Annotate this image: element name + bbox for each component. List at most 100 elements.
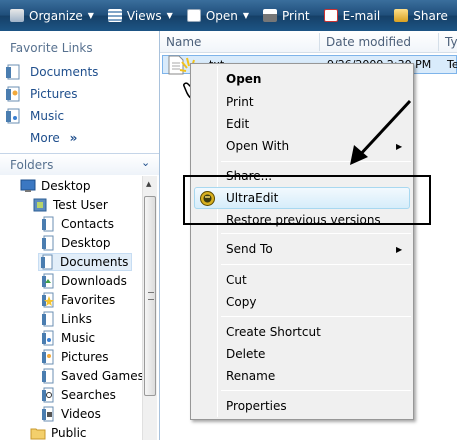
open-icon <box>186 9 201 22</box>
menu-item-copy[interactable]: Copy <box>226 295 256 309</box>
documents-folder-icon <box>41 254 53 270</box>
share-label: Share <box>413 8 448 23</box>
email-button[interactable]: E-mail <box>317 0 388 31</box>
print-button[interactable]: Print <box>256 0 317 31</box>
tree-item-label: Test User <box>53 198 108 212</box>
tree-item-label: Desktop <box>61 236 111 250</box>
tree-item-searches[interactable]: Searches <box>40 386 116 404</box>
more-label: More <box>30 131 60 145</box>
favorite-link-pictures[interactable]: Pictures <box>6 85 78 103</box>
scrollbar-thumb[interactable] <box>144 196 156 396</box>
tree-item-documents[interactable]: Documents <box>38 253 133 271</box>
menu-separator <box>221 233 411 234</box>
favorites-folder-icon <box>42 292 54 308</box>
chevron-down-icon: ▼ <box>87 11 94 20</box>
pictures-icon <box>6 86 20 102</box>
downloads-folder-icon <box>42 273 54 289</box>
documents-icon <box>6 64 20 80</box>
tree-item-label: Saved Games <box>61 369 144 383</box>
favorite-link-music[interactable]: Music <box>6 107 64 125</box>
tree-item-desktop[interactable]: Desktop <box>20 177 91 195</box>
tree-item-public[interactable]: Public <box>30 424 87 440</box>
menu-icon-gutter <box>217 66 218 417</box>
tree-item-label: Public <box>51 426 87 440</box>
submenu-arrow-icon: ▶ <box>396 245 403 254</box>
menu-item-cut[interactable]: Cut <box>226 273 247 287</box>
menu-item-edit[interactable]: Edit <box>226 117 249 131</box>
printer-icon <box>263 9 278 22</box>
print-label: Print <box>282 8 310 23</box>
tree-item-links[interactable]: Links <box>40 310 92 328</box>
tree-item-label: Music <box>61 331 96 345</box>
tree-item-music[interactable]: Music <box>40 329 95 347</box>
folders-title: Folders <box>10 158 54 172</box>
tree-item-label: Contacts <box>61 217 114 231</box>
tree-item-label: Searches <box>61 388 116 402</box>
chevron-down-icon: ⌄ <box>141 156 151 169</box>
more-link[interactable]: More » <box>30 131 77 145</box>
double-chevron-right-icon: » <box>69 131 78 145</box>
user-folder-icon <box>33 198 47 212</box>
share-icon <box>394 9 409 22</box>
organize-button[interactable]: Organize ▼ <box>0 0 101 31</box>
column-divider[interactable] <box>438 33 439 51</box>
tree-item-label: Desktop <box>41 179 91 193</box>
chevron-down-icon: ▼ <box>242 11 250 20</box>
tree-item-label: Documents <box>60 255 129 269</box>
tree-item-contacts[interactable]: Contacts <box>40 215 114 233</box>
open-button[interactable]: Open ▼ <box>180 0 256 31</box>
menu-item-create-shortcut[interactable]: Create Shortcut <box>226 325 321 339</box>
menu-item-print[interactable]: Print <box>226 95 254 109</box>
menu-item-rename[interactable]: Rename <box>226 369 275 383</box>
folders-scrollbar[interactable]: ▲ <box>142 176 157 440</box>
envelope-icon <box>323 9 338 22</box>
annotation-arrow-icon <box>350 99 412 165</box>
menu-item-properties[interactable]: Properties <box>226 399 287 413</box>
tree-item-videos[interactable]: Videos <box>40 405 101 423</box>
folders-header[interactable]: Folders ⌄ <box>0 153 159 175</box>
views-button[interactable]: Views ▼ <box>101 0 180 31</box>
column-header-type[interactable]: Ty <box>445 35 457 49</box>
tree-item-label: Videos <box>61 407 101 421</box>
views-icon <box>107 9 122 22</box>
menu-separator <box>221 390 411 391</box>
organize-icon <box>10 9 24 22</box>
tree-item-saved-games[interactable]: Saved Games <box>40 367 144 385</box>
annotation-highlight-box <box>183 175 431 225</box>
desktop-folder-icon <box>42 235 54 251</box>
music-icon <box>6 108 20 124</box>
tree-item-test-user[interactable]: Test User <box>32 196 108 214</box>
open-label: Open <box>205 8 238 23</box>
scroll-up-icon[interactable]: ▲ <box>146 180 151 188</box>
organize-label: Organize <box>29 8 83 23</box>
music-folder-icon <box>42 330 54 346</box>
tree-item-label: Favorites <box>61 293 116 307</box>
grip-icon <box>148 292 154 300</box>
menu-separator <box>221 316 411 317</box>
menu-item-open-with[interactable]: Open With <box>226 139 289 153</box>
column-header-date-modified[interactable]: Date modified <box>326 35 411 49</box>
tree-item-label: Links <box>61 312 92 326</box>
chevron-down-icon: ▼ <box>166 11 173 20</box>
favorite-link-label: Pictures <box>30 87 78 101</box>
menu-item-delete[interactable]: Delete <box>226 347 265 361</box>
tree-item-pictures[interactable]: Pictures <box>40 348 109 366</box>
contacts-folder-icon <box>42 216 54 232</box>
navigation-pane: Favorite Links Documents Pictures Music … <box>0 31 160 440</box>
favorite-link-documents[interactable]: Documents <box>6 63 98 81</box>
favorite-link-label: Music <box>30 109 65 123</box>
views-label: Views <box>126 8 162 23</box>
tree-item-favorites[interactable]: Favorites <box>40 291 115 309</box>
tree-item-downloads[interactable]: Downloads <box>40 272 127 290</box>
menu-item-open[interactable]: Open <box>226 72 261 86</box>
favorite-links-title: Favorite Links <box>10 41 93 55</box>
email-label: E-mail <box>342 8 381 23</box>
menu-item-send-to[interactable]: Send To <box>226 242 273 256</box>
searches-folder-icon <box>42 387 54 403</box>
tree-item-desktop-folder[interactable]: Desktop <box>40 234 111 252</box>
videos-folder-icon <box>42 406 54 422</box>
column-header-row: Name Date modified Ty <box>160 31 457 53</box>
share-button[interactable]: Share <box>387 0 455 31</box>
column-divider[interactable] <box>319 33 320 51</box>
column-header-name[interactable]: Name <box>166 35 201 49</box>
